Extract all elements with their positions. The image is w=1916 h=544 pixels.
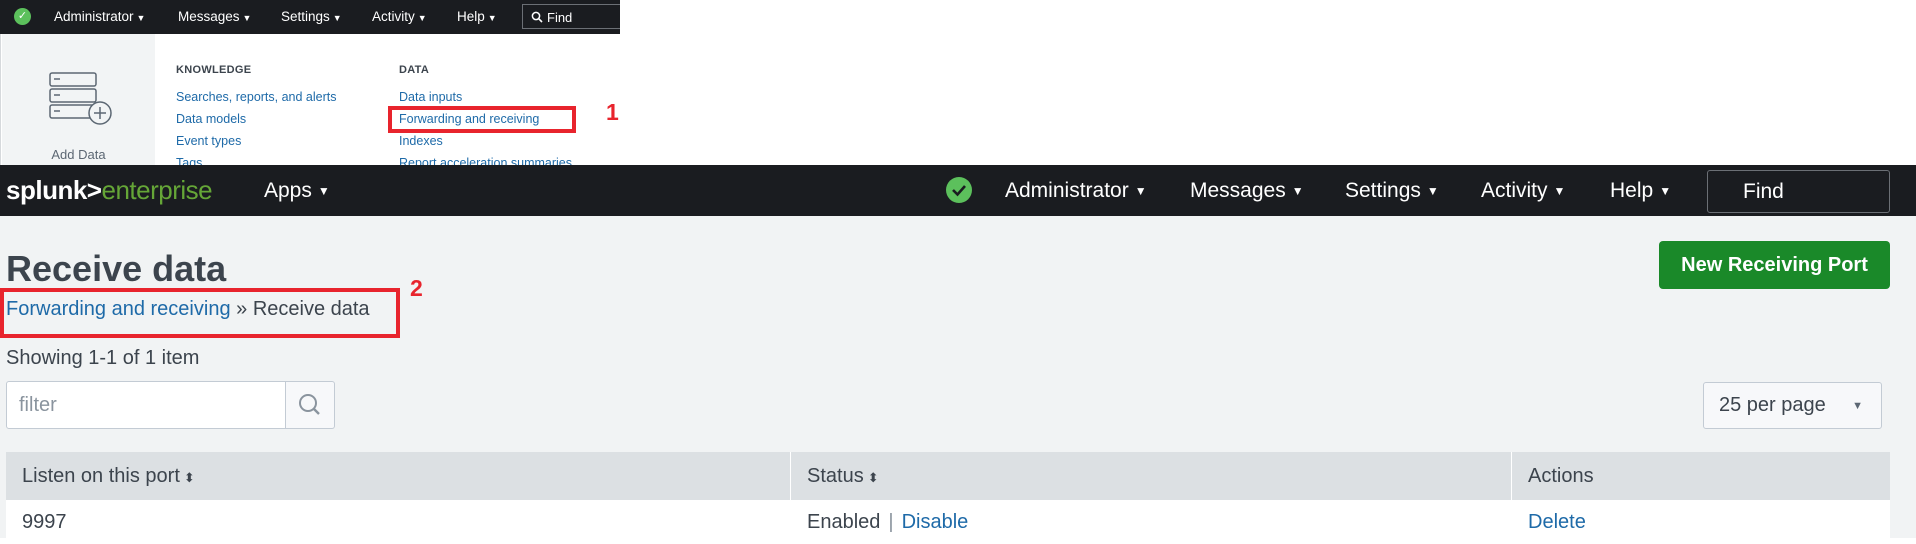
annotation-number-2: 2 (410, 275, 423, 301)
column-header-status[interactable]: Status ⬍ (791, 452, 1511, 500)
sort-icon: ⬍ (183, 470, 195, 485)
annotation-box-2 (0, 288, 400, 338)
knowledge-column: KNOWLEDGE Searches, reports, and alerts … (176, 64, 337, 165)
actions-cell: Delete (1512, 500, 1586, 538)
column-header-actions: Actions (1528, 465, 1594, 487)
menu-link-data-models[interactable]: Data models (176, 108, 337, 130)
caret-down-icon: ▼ (242, 13, 252, 23)
item-count: Showing 1-1 of 1 item (6, 347, 200, 369)
filter-input[interactable]: filter (6, 381, 286, 429)
help-menu[interactable]: Help ▼ (1610, 165, 1671, 216)
caret-down-icon: ▼ (1852, 400, 1863, 412)
caret-down-icon: ▼ (317, 184, 330, 198)
page-title: Receive data (6, 248, 227, 289)
search-icon (531, 11, 543, 23)
status-text: Enabled (807, 511, 881, 533)
mini-nav-messages[interactable]: Messages ▼ (178, 0, 251, 34)
apps-menu[interactable]: Apps ▼ (264, 165, 330, 216)
mini-top-bar: ✓ Administrator ▼ Messages ▼ Settings ▼ Act… (0, 0, 620, 34)
add-data-icon (49, 72, 112, 125)
caret-down-icon: ▼ (1291, 184, 1304, 198)
per-page-value: 25 per page (1719, 394, 1826, 416)
filter-search-button[interactable] (286, 381, 335, 429)
annotation-box-1 (388, 106, 576, 133)
menu-link-indexes[interactable]: Indexes (399, 130, 572, 152)
per-page-dropdown[interactable]: 25 per page ▼ (1703, 382, 1882, 429)
caret-down-icon: ▼ (1659, 184, 1672, 198)
disable-link[interactable]: Disable (902, 511, 969, 533)
search-icon (299, 394, 320, 415)
caret-down-icon: ▼ (332, 13, 342, 23)
splunk-header: splunk>enterprise Apps ▼ Administrator ▼ M… (0, 165, 1916, 216)
status-ok-icon (946, 177, 972, 203)
caret-down-icon: ▼ (417, 13, 427, 23)
menu-link-searches-reports-alerts[interactable]: Searches, reports, and alerts (176, 86, 337, 108)
messages-menu[interactable]: Messages ▼ (1190, 165, 1304, 216)
table-header: Listen on this port ⬍ Status ⬍ Actions (6, 452, 1890, 500)
splunk-enterprise-logo[interactable]: splunk>enterprise (6, 175, 213, 206)
table-row: 9997 Enabled | Disable Delete (6, 500, 1890, 538)
caret-down-icon: ▼ (487, 13, 497, 23)
status-cell: Enabled | Disable (791, 500, 968, 538)
add-data-tile[interactable]: Add Data (2, 34, 155, 165)
caret-down-icon: ▼ (136, 13, 146, 23)
status-ok-icon: ✓ (14, 8, 31, 25)
caret-down-icon: ▼ (1553, 184, 1566, 198)
column-header-port[interactable]: Listen on this port ⬍ (6, 452, 790, 500)
activity-menu[interactable]: Activity ▼ (1481, 165, 1565, 216)
settings-dropdown-menu: Add Data KNOWLEDGE Searches, reports, an… (0, 34, 621, 165)
administrator-menu[interactable]: Administrator ▼ (1005, 165, 1147, 216)
annotation-number-1: 1 (606, 99, 619, 125)
port-cell: 9997 (22, 511, 67, 533)
menu-link-report-acceleration-summaries[interactable]: Report acceleration summaries (399, 152, 572, 165)
sort-icon: ⬍ (867, 470, 879, 485)
settings-menu[interactable]: Settings ▼ (1345, 165, 1439, 216)
menu-link-event-types[interactable]: Event types (176, 130, 337, 152)
delete-link[interactable]: Delete (1528, 511, 1586, 533)
caret-down-icon: ▼ (1426, 184, 1439, 198)
data-heading: DATA (399, 64, 430, 76)
status-divider: | (888, 511, 894, 533)
mini-nav-help[interactable]: Help ▼ (457, 0, 497, 34)
new-receiving-port-button[interactable]: New Receiving Port (1659, 241, 1890, 289)
knowledge-heading: KNOWLEDGE (176, 64, 252, 76)
caret-down-icon: ▼ (1134, 184, 1147, 198)
mini-find-input[interactable]: Find (522, 4, 620, 29)
mini-nav-administrator[interactable]: Administrator ▼ (54, 0, 145, 34)
mini-nav-activity[interactable]: Activity ▼ (372, 0, 427, 34)
menu-link-data-inputs[interactable]: Data inputs (399, 86, 572, 108)
find-input[interactable]: Find (1707, 170, 1890, 213)
add-data-label: Add Data (51, 147, 106, 162)
mini-nav-settings[interactable]: Settings ▼ (281, 0, 342, 34)
menu-link-tags[interactable]: Tags (176, 152, 337, 165)
receive-data-page: Receive data Forwarding and receiving » … (0, 216, 1916, 538)
